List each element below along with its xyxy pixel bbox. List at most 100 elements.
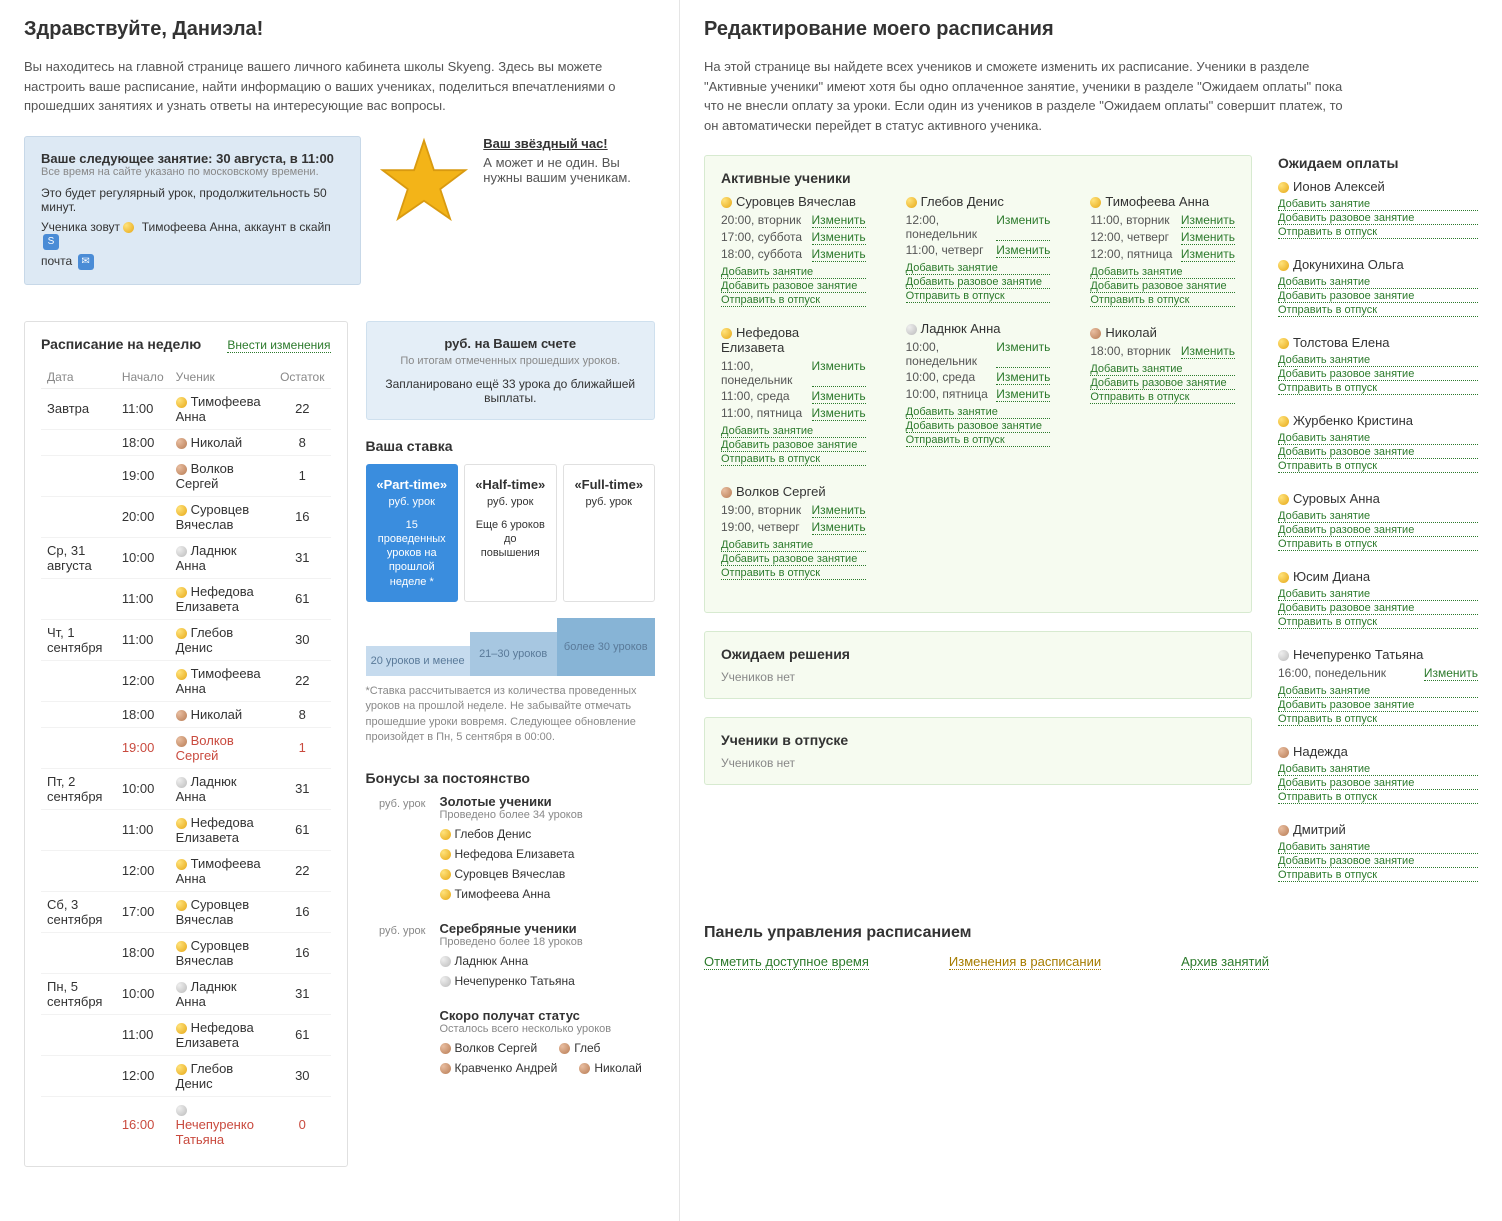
edit-time-link[interactable]: Изменить [812, 503, 866, 518]
add-once-link[interactable]: Добавить разовое занятие [721, 439, 866, 452]
add-lesson-link[interactable]: Добавить занятие [721, 425, 866, 438]
vacation-link[interactable]: Отправить в отпуск [1278, 616, 1478, 629]
vacation-link[interactable]: Отправить в отпуск [1278, 304, 1478, 317]
edit-time-link[interactable]: Изменить [1181, 344, 1235, 359]
active-students-card: Активные ученики Суровцев Вячеслав 20:00… [704, 155, 1252, 613]
edit-time-link[interactable]: Изменить [996, 387, 1050, 402]
vacation-link[interactable]: Отправить в отпуск [1090, 294, 1235, 307]
add-once-link[interactable]: Добавить разовое занятие [906, 276, 1051, 289]
add-once-link[interactable]: Добавить разовое занятие [1278, 699, 1478, 712]
add-once-link[interactable]: Добавить разовое занятие [1278, 855, 1478, 868]
schedule-row: 11:00Нефедова Елизавета61 [41, 1014, 331, 1055]
vacation-card: Ученики в отпуске Учеников нет [704, 717, 1252, 785]
schedule-row: 12:00Тимофеева Анна22 [41, 660, 331, 701]
add-once-link[interactable]: Добавить разовое занятие [1090, 377, 1235, 390]
rate-card[interactable]: «Full-time»руб. урок [563, 464, 656, 602]
vacation-link[interactable]: Отправить в отпуск [906, 290, 1051, 303]
add-lesson-link[interactable]: Добавить занятие [1090, 363, 1235, 376]
schedule-row: Пн, 5 сентября10:00Ладнюк Анна31 [41, 973, 331, 1014]
add-once-link[interactable]: Добавить разовое занятие [1278, 368, 1478, 381]
add-lesson-link[interactable]: Добавить занятие [1278, 510, 1478, 523]
edit-time-link[interactable]: Изменить [1181, 213, 1235, 228]
account-card: руб. на Вашем счете По итогам отмеченных… [366, 321, 656, 420]
add-lesson-link[interactable]: Добавить занятие [721, 266, 866, 279]
edit-time-link[interactable]: Изменить [1181, 247, 1235, 262]
schedule-edit-link[interactable]: Внести изменения [227, 338, 330, 353]
add-once-link[interactable]: Добавить разовое занятие [721, 280, 866, 293]
add-lesson-link[interactable]: Добавить занятие [1278, 276, 1478, 289]
vacation-link[interactable]: Отправить в отпуск [1278, 538, 1478, 551]
add-once-link[interactable]: Добавить разовое занятие [1278, 290, 1478, 303]
add-once-link[interactable]: Добавить разовое занятие [1278, 602, 1478, 615]
edit-time-link[interactable]: Изменить [812, 359, 866, 387]
student-dot-icon [123, 222, 134, 233]
panel-title: Панель управления расписанием [704, 924, 1478, 942]
lesson-desc: Это будет регулярный урок, продолжительн… [41, 186, 344, 214]
add-once-link[interactable]: Добавить разовое занятие [1278, 524, 1478, 537]
add-once-link[interactable]: Добавить разовое занятие [721, 553, 866, 566]
add-lesson-link[interactable]: Добавить занятие [1278, 685, 1478, 698]
vacation-link[interactable]: Отправить в отпуск [721, 453, 866, 466]
add-once-link[interactable]: Добавить разовое занятие [906, 420, 1051, 433]
add-lesson-link[interactable]: Добавить занятие [1278, 354, 1478, 367]
vacation-link[interactable]: Отправить в отпуск [906, 434, 1051, 447]
add-once-link[interactable]: Добавить разовое занятие [1278, 212, 1478, 225]
edit-time-link[interactable]: Изменить [996, 243, 1050, 258]
edit-time-link[interactable]: Изменить [996, 370, 1050, 385]
vacation-link[interactable]: Отправить в отпуск [1278, 460, 1478, 473]
student-block: Дмитрий Добавить занятие Добавить разово… [1278, 822, 1478, 882]
vacation-link[interactable]: Отправить в отпуск [1278, 226, 1478, 239]
add-lesson-link[interactable]: Добавить занятие [1278, 588, 1478, 601]
edit-time-link[interactable]: Изменить [812, 230, 866, 245]
schedule-row: 18:00Николай8 [41, 429, 331, 455]
panel-link-archive[interactable]: Архив занятий [1181, 954, 1269, 970]
rate-bar-chart: 20 уроков и менее 21–30 уроков более 30 … [366, 616, 656, 676]
add-lesson-link[interactable]: Добавить занятие [1278, 432, 1478, 445]
panel-link-available[interactable]: Отметить доступное время [704, 954, 869, 970]
vacation-link[interactable]: Отправить в отпуск [721, 294, 866, 307]
edit-time-link[interactable]: Изменить [996, 340, 1050, 368]
star-block: Ваш звёздный час! А может и не один. Вы … [379, 136, 655, 303]
schedule-row: 18:00Николай8 [41, 701, 331, 727]
await-payment-column: Ожидаем оплаты Ионов Алексей Добавить за… [1278, 155, 1478, 900]
edit-time-link[interactable]: Изменить [812, 520, 866, 535]
student-block: Волков Сергей 19:00, вторникИзменить19:0… [721, 484, 866, 580]
vacation-link[interactable]: Отправить в отпуск [1278, 869, 1478, 882]
add-once-link[interactable]: Добавить разовое занятие [1278, 446, 1478, 459]
schedule-row: Сб, 3 сентября17:00Суровцев Вячеслав16 [41, 891, 331, 932]
vacation-link[interactable]: Отправить в отпуск [1278, 713, 1478, 726]
edit-time-link[interactable]: Изменить [1424, 666, 1478, 681]
add-lesson-link[interactable]: Добавить занятие [906, 406, 1051, 419]
add-lesson-link[interactable]: Добавить занятие [906, 262, 1051, 275]
edit-time-link[interactable]: Изменить [812, 213, 866, 228]
add-once-link[interactable]: Добавить разовое занятие [1090, 280, 1235, 293]
vacation-link[interactable]: Отправить в отпуск [1278, 791, 1478, 804]
mail-icon[interactable]: ✉ [78, 254, 94, 270]
next-lesson-card: Ваше следующее занятие: 30 августа, в 11… [24, 136, 361, 285]
schedule-row: 19:00Волков Сергей1 [41, 455, 331, 496]
intro-text: Вы находитесь на главной странице вашего… [24, 57, 655, 116]
add-lesson-link[interactable]: Добавить занятие [1090, 266, 1235, 279]
vacation-link[interactable]: Отправить в отпуск [1090, 391, 1235, 404]
tz-note: Все время на сайте указано по московском… [41, 166, 344, 178]
star-icon [379, 136, 469, 303]
lesson-mail: почта ✉ [41, 254, 344, 270]
vacation-link[interactable]: Отправить в отпуск [1278, 382, 1478, 395]
add-lesson-link[interactable]: Добавить занятие [1278, 841, 1478, 854]
rate-card[interactable]: «Part-time»руб. урок15 проведенных уроко… [366, 464, 459, 602]
add-lesson-link[interactable]: Добавить занятие [1278, 763, 1478, 776]
vacation-link[interactable]: Отправить в отпуск [721, 567, 866, 580]
edit-time-link[interactable]: Изменить [812, 406, 866, 421]
add-lesson-link[interactable]: Добавить занятие [1278, 198, 1478, 211]
rate-card[interactable]: «Half-time»руб. урокЕще 6 уроков до повы… [464, 464, 557, 602]
skype-icon[interactable]: S [43, 234, 59, 250]
add-lesson-link[interactable]: Добавить занятие [721, 539, 866, 552]
edit-time-link[interactable]: Изменить [812, 389, 866, 404]
panel-link-changes[interactable]: Изменения в расписании [949, 954, 1101, 970]
rate-title: Ваша ставка [366, 438, 656, 454]
edit-time-link[interactable]: Изменить [812, 247, 866, 262]
edit-time-link[interactable]: Изменить [1181, 230, 1235, 245]
edit-time-link[interactable]: Изменить [996, 213, 1050, 241]
add-once-link[interactable]: Добавить разовое занятие [1278, 777, 1478, 790]
star-link[interactable]: Ваш звёздный час! [483, 136, 607, 151]
